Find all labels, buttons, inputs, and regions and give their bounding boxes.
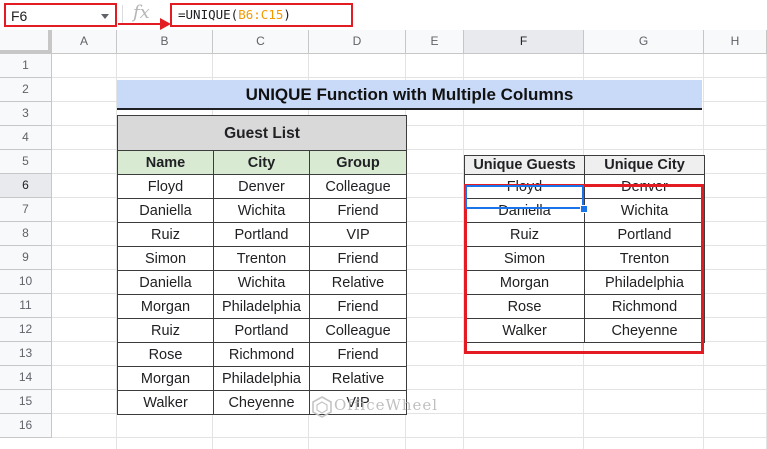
- unique-table-cell[interactable]: Trenton: [584, 246, 705, 271]
- guest-list-cell[interactable]: Daniella: [117, 198, 214, 223]
- unique-table-header[interactable]: Unique Guests: [464, 155, 585, 175]
- guest-list-title[interactable]: Guest List: [117, 115, 407, 151]
- chevron-down-icon[interactable]: [101, 14, 109, 19]
- guest-list-cell[interactable]: Wichita: [213, 270, 310, 295]
- unique-table-cell[interactable]: Simon: [464, 246, 585, 271]
- unique-table-cell[interactable]: Portland: [584, 222, 705, 247]
- formula-suffix: ): [283, 7, 291, 22]
- column-header-g[interactable]: G: [584, 30, 704, 54]
- gridline-row: [52, 77, 767, 78]
- guest-list-cell[interactable]: Ruiz: [117, 222, 214, 247]
- fill-handle[interactable]: [580, 205, 588, 213]
- watermark-text: OfficeWheel: [334, 396, 439, 414]
- unique-table-cell[interactable]: Cheyenne: [584, 318, 705, 343]
- unique-table-cell[interactable]: Philadelphia: [584, 270, 705, 295]
- name-box-value: F6: [11, 8, 28, 24]
- column-header-h[interactable]: H: [704, 30, 767, 54]
- row-header-12[interactable]: 12: [0, 318, 52, 342]
- guest-list-cell[interactable]: Morgan: [117, 366, 214, 391]
- watermark-logo-icon: [312, 396, 332, 418]
- unique-table-cell[interactable]: Morgan: [464, 270, 585, 295]
- formula-prefix: =UNIQUE(: [178, 7, 239, 22]
- unique-table-cell[interactable]: Daniella: [464, 198, 585, 223]
- formula-bar: F6 fx =UNIQUE(B6:C15): [0, 0, 767, 31]
- unique-table-cell[interactable]: Wichita: [584, 198, 705, 223]
- guest-list-cell[interactable]: Floyd: [117, 174, 214, 199]
- column-header-f[interactable]: F: [464, 30, 584, 54]
- row-header-15[interactable]: 15: [0, 390, 52, 414]
- unique-table-cell[interactable]: Floyd: [464, 174, 585, 199]
- guest-list-cell[interactable]: Trenton: [213, 246, 310, 271]
- row-header-3[interactable]: 3: [0, 102, 52, 126]
- column-header-a[interactable]: A: [52, 30, 117, 54]
- guest-list-cell[interactable]: Portland: [213, 318, 310, 343]
- guest-list-cell[interactable]: Ruiz: [117, 318, 214, 343]
- column-header-c[interactable]: C: [213, 30, 309, 54]
- guest-list-cell[interactable]: Philadelphia: [213, 366, 310, 391]
- row-header-11[interactable]: 11: [0, 294, 52, 318]
- guest-list-cell[interactable]: Walker: [117, 390, 214, 415]
- sheet-title: UNIQUE Function with Multiple Columns: [117, 80, 702, 110]
- unique-table-header[interactable]: Unique City: [584, 155, 705, 175]
- row-header-13[interactable]: 13: [0, 342, 52, 366]
- guest-list-cell[interactable]: Cheyenne: [213, 390, 310, 415]
- unique-table-cell[interactable]: Ruiz: [464, 222, 585, 247]
- row-header-14[interactable]: 14: [0, 366, 52, 390]
- gridline-row: [52, 437, 767, 438]
- guest-list-cell[interactable]: Colleague: [309, 174, 407, 199]
- guest-list-cell[interactable]: Relative: [309, 366, 407, 391]
- guest-list-cell[interactable]: VIP: [309, 222, 407, 247]
- row-header-5[interactable]: 5: [0, 150, 52, 174]
- unique-table-cell[interactable]: Rose: [464, 294, 585, 319]
- guest-list-cell[interactable]: Friend: [309, 342, 407, 367]
- guest-list-cell[interactable]: Rose: [117, 342, 214, 367]
- unique-table-cell[interactable]: Walker: [464, 318, 585, 343]
- column-header-d[interactable]: D: [309, 30, 406, 54]
- unique-table-cell[interactable]: Richmond: [584, 294, 705, 319]
- formula-range-ref: B6:C15: [238, 7, 284, 22]
- guest-list-cell[interactable]: Relative: [309, 270, 407, 295]
- row-header-1[interactable]: 1: [0, 54, 52, 78]
- select-all-corner[interactable]: [0, 30, 52, 54]
- formula-input[interactable]: =UNIQUE(B6:C15): [170, 3, 353, 27]
- column-header-b[interactable]: B: [117, 30, 213, 54]
- column-header-e[interactable]: E: [406, 30, 464, 54]
- guest-list-cell[interactable]: Morgan: [117, 294, 214, 319]
- guest-list-cell[interactable]: Colleague: [309, 318, 407, 343]
- row-header-6[interactable]: 6: [0, 174, 52, 198]
- guest-list-header[interactable]: City: [213, 150, 310, 175]
- guest-list-cell[interactable]: Philadelphia: [213, 294, 310, 319]
- row-header-8[interactable]: 8: [0, 222, 52, 246]
- name-box[interactable]: F6: [4, 3, 117, 27]
- row-header-4[interactable]: 4: [0, 126, 52, 150]
- guest-list-cell[interactable]: Daniella: [117, 270, 214, 295]
- guest-list-cell[interactable]: Portland: [213, 222, 310, 247]
- row-header-2[interactable]: 2: [0, 78, 52, 102]
- guest-list-cell[interactable]: Wichita: [213, 198, 310, 223]
- guest-list-cell[interactable]: Friend: [309, 198, 407, 223]
- guest-list-cell[interactable]: Friend: [309, 294, 407, 319]
- guest-list-cell[interactable]: Denver: [213, 174, 310, 199]
- guest-list-header[interactable]: Group: [309, 150, 407, 175]
- row-header-9[interactable]: 9: [0, 246, 52, 270]
- guest-list-header[interactable]: Name: [117, 150, 214, 175]
- row-header-10[interactable]: 10: [0, 270, 52, 294]
- guest-list-cell[interactable]: Simon: [117, 246, 214, 271]
- row-header-16[interactable]: 16: [0, 414, 52, 438]
- row-header-7[interactable]: 7: [0, 198, 52, 222]
- guest-list-cell[interactable]: Friend: [309, 246, 407, 271]
- guest-list-cell[interactable]: Richmond: [213, 342, 310, 367]
- unique-table-cell[interactable]: Denver: [584, 174, 705, 199]
